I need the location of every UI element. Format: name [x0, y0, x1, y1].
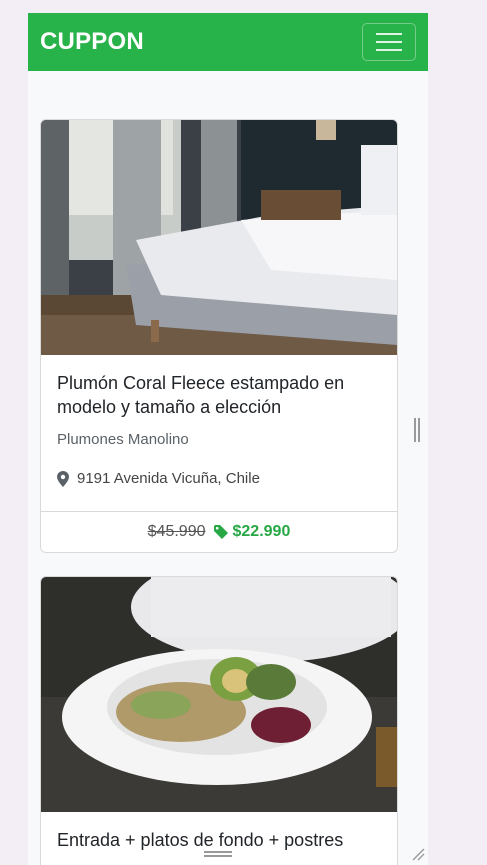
menu-icon-line	[376, 49, 402, 51]
deal-title[interactable]: Plumón Coral Fleece estampado en modelo …	[57, 371, 381, 419]
bottom-resize-handle[interactable]	[204, 851, 232, 857]
menu-toggle-button[interactable]	[362, 23, 416, 61]
deal-card-body: Entrada + platos de fondo + postres	[41, 812, 397, 852]
map-marker-icon	[57, 470, 69, 487]
menu-icon-line	[376, 41, 402, 43]
deal-card[interactable]: Plumón Coral Fleece estampado en modelo …	[40, 119, 398, 553]
brand-logo[interactable]: CUPPON	[40, 28, 144, 56]
deal-image-salad[interactable]	[41, 577, 397, 812]
split-resize-handle[interactable]	[414, 418, 420, 442]
deal-image-bedroom[interactable]	[41, 120, 397, 355]
deal-location: 9191 Avenida Vicuña, Chile	[57, 470, 381, 487]
deal-location-text: 9191 Avenida Vicuña, Chile	[77, 470, 260, 487]
resize-grip-icon[interactable]	[411, 847, 425, 861]
deal-price-footer: $45.990 $22.990	[41, 511, 397, 552]
deal-new-price: $22.990	[232, 523, 291, 540]
deal-new-price-wrap: $22.990	[213, 523, 291, 541]
deal-title[interactable]: Entrada + platos de fondo + postres	[57, 828, 381, 852]
tag-icon	[213, 525, 228, 539]
app-viewport: CUPPON Plumón Coral Fleece estampado en …	[28, 13, 428, 865]
deal-card[interactable]: Entrada + platos de fondo + postres	[40, 576, 398, 865]
deal-old-price: $45.990	[147, 523, 206, 540]
menu-icon-line	[376, 33, 402, 35]
deal-card-body: Plumón Coral Fleece estampado en modelo …	[41, 355, 397, 487]
navbar: CUPPON	[28, 13, 428, 71]
deal-seller: Plumones Manolino	[57, 431, 189, 448]
